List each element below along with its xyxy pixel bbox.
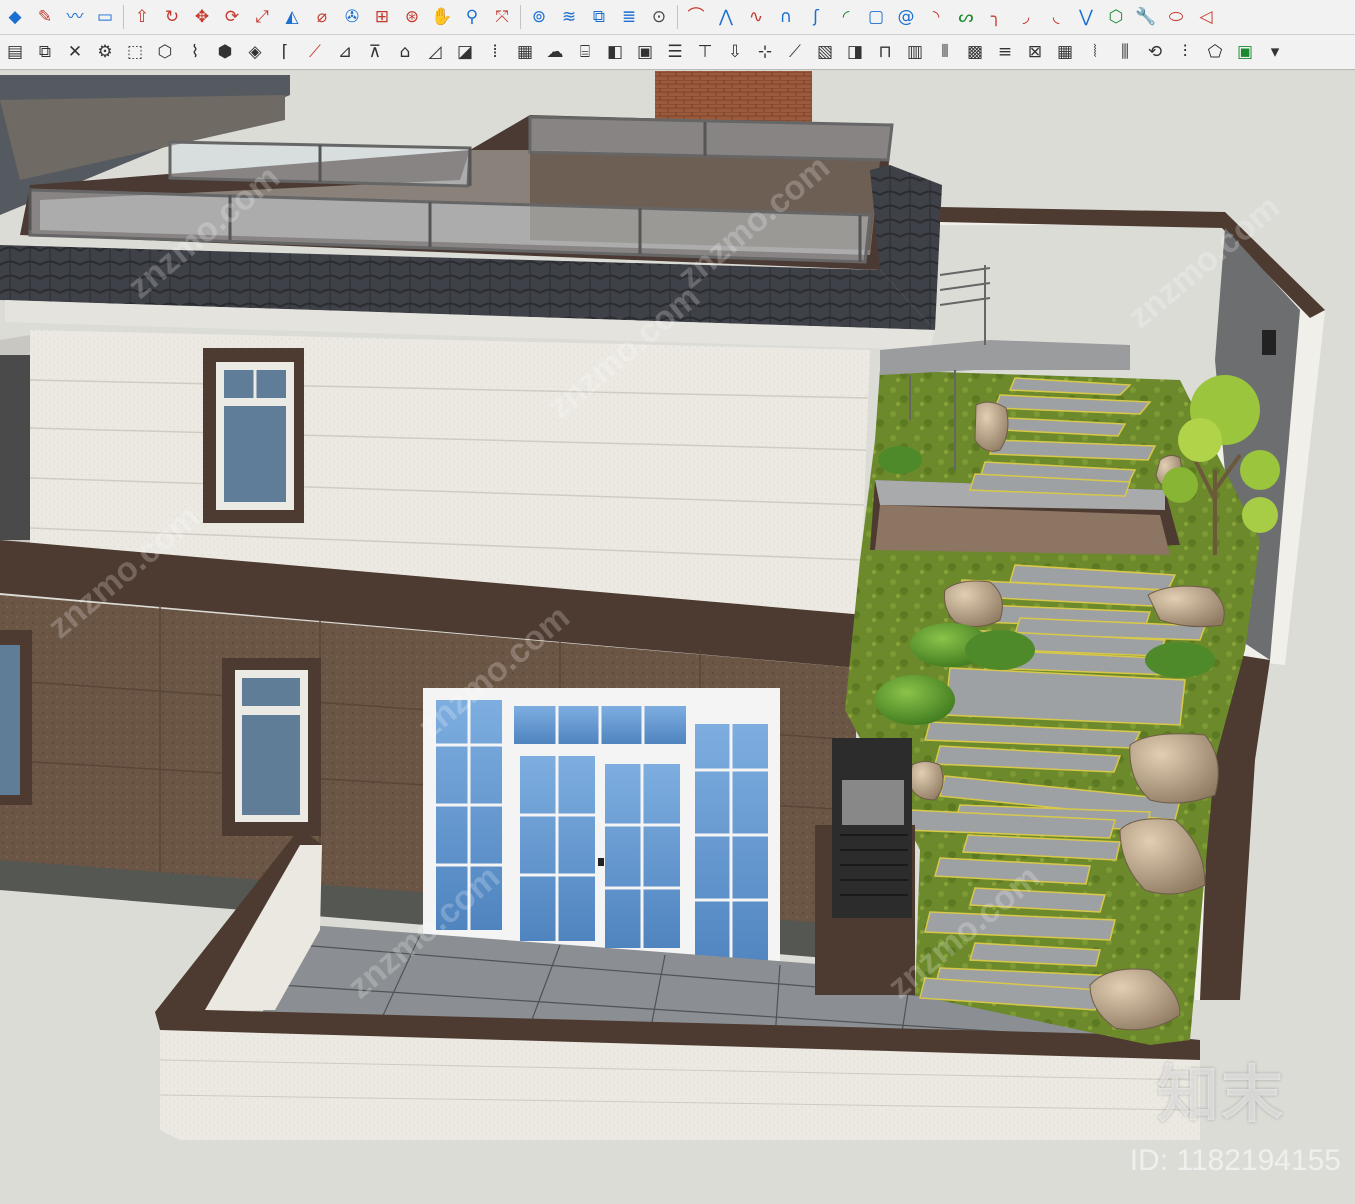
curve-icon[interactable]: ∩ xyxy=(771,2,801,32)
rectangle-icon[interactable]: ▭ xyxy=(90,2,120,32)
extrude-icon[interactable]: ⬚ xyxy=(120,37,150,67)
ramp-icon[interactable]: ◿ xyxy=(420,37,450,67)
warehouse-icon[interactable]: ⊚ xyxy=(524,2,554,32)
offset-icon[interactable]: ◭ xyxy=(277,2,307,32)
tangent-arc-icon[interactable]: ◟ xyxy=(1041,2,1071,32)
pan-icon[interactable]: ✋ xyxy=(427,2,457,32)
toolbar-separator xyxy=(520,5,521,29)
slice-icon[interactable]: ⊿ xyxy=(330,37,360,67)
trim-icon[interactable]: ⟋ xyxy=(300,37,330,67)
freehand-icon[interactable]: 〰 xyxy=(60,2,90,32)
grid-array-icon[interactable]: ▦ xyxy=(510,37,540,67)
components-icon[interactable]: ≣ xyxy=(614,2,644,32)
section-plane-icon[interactable]: ⊞ xyxy=(367,2,397,32)
louver-icon[interactable]: ⫼ xyxy=(1110,37,1140,67)
fillet-icon[interactable]: ╮ xyxy=(981,2,1011,32)
arc-3pt-icon[interactable]: ◝ xyxy=(921,2,951,32)
extension-icon[interactable]: ⧉ xyxy=(584,2,614,32)
rounded-rect-icon[interactable]: ▢ xyxy=(861,2,891,32)
intersect-icon[interactable]: ✕ xyxy=(60,37,90,67)
cube-icon[interactable]: ⬠ xyxy=(1200,37,1230,67)
wrench-icon[interactable]: 🔧 xyxy=(1131,2,1161,32)
zoom-extents-icon[interactable]: ⤧ xyxy=(487,2,517,32)
sketchup-scene[interactable]: znzmo.com znzmo.com znzmo.com znzmo.com … xyxy=(0,71,1355,1204)
cloud-icon[interactable]: ☁ xyxy=(540,37,570,67)
tiles-icon[interactable]: ▦ xyxy=(1050,37,1080,67)
stripes-icon[interactable]: ≡ xyxy=(990,37,1020,67)
toolbar-separator xyxy=(123,5,124,29)
layers-icon[interactable]: ≋ xyxy=(554,2,584,32)
3d-text-icon[interactable]: ▤ xyxy=(0,37,30,67)
ground-window xyxy=(222,658,321,836)
toolbar-separator xyxy=(677,5,678,29)
move-icon[interactable]: ✥ xyxy=(187,2,217,32)
spline-icon[interactable]: ʃ xyxy=(801,2,831,32)
spiral-icon[interactable]: @ xyxy=(891,2,921,32)
gear-icon[interactable]: ⚙ xyxy=(90,37,120,67)
sheet-icon[interactable]: ◧ xyxy=(600,37,630,67)
dropdown-arrow-icon[interactable]: ▾ xyxy=(1260,37,1290,67)
eraser-icon[interactable]: ◆ xyxy=(0,2,30,32)
paint-bucket-icon[interactable]: ✇ xyxy=(337,2,367,32)
slats-icon[interactable]: ⦀ xyxy=(930,37,960,67)
user-account-icon[interactable]: ⊙ xyxy=(644,2,674,32)
planks-icon[interactable]: ⦚ xyxy=(1080,37,1110,67)
follow-me-icon[interactable]: ↻ xyxy=(157,2,187,32)
push-pull-icon[interactable]: ⇧ xyxy=(127,2,157,32)
loft-icon[interactable]: ⊼ xyxy=(360,37,390,67)
model-viewport[interactable]: znzmo.com znzmo.com znzmo.com znzmo.com … xyxy=(0,71,1355,1204)
bevel-icon[interactable]: ◈ xyxy=(240,37,270,67)
stairs-icon[interactable]: ⌸ xyxy=(570,37,600,67)
stack-layers-icon[interactable]: ⧉ xyxy=(30,37,60,67)
arc-icon[interactable]: ⌒ xyxy=(681,2,711,32)
box-icon[interactable]: ⬢ xyxy=(210,37,240,67)
lattice-icon[interactable]: ⊠ xyxy=(1020,37,1050,67)
polyline-icon[interactable]: ⋀ xyxy=(711,2,741,32)
shelf-icon[interactable]: ☰ xyxy=(660,37,690,67)
arrow-down-icon[interactable]: ⇩ xyxy=(720,37,750,67)
door-icon[interactable]: ⊓ xyxy=(870,37,900,67)
glass-door xyxy=(423,688,780,980)
scale-icon[interactable]: ⤢ xyxy=(247,2,277,32)
panel-icon[interactable]: ◨ xyxy=(840,37,870,67)
bezier-icon[interactable]: ∿ xyxy=(741,2,771,32)
upper-window xyxy=(203,348,304,523)
wave-icon[interactable]: ⋁ xyxy=(1071,2,1101,32)
green-box-icon[interactable]: ▣ xyxy=(1230,37,1260,67)
diagonal-icon[interactable]: ⟋ xyxy=(780,37,810,67)
zoom-icon[interactable]: ⚲ xyxy=(457,2,487,32)
ellipse-icon[interactable]: ⬭ xyxy=(1161,2,1191,32)
wall-icon[interactable]: ▥ xyxy=(900,37,930,67)
arc-2pt-icon[interactable]: ◜ xyxy=(831,2,861,32)
comb-icon[interactable]: ⫶ xyxy=(1170,37,1200,67)
triangle-icon[interactable]: ◁ xyxy=(1191,2,1221,32)
pencil-line-icon[interactable]: ✎ xyxy=(30,2,60,32)
roof-icon[interactable]: ⌂ xyxy=(390,37,420,67)
polygon-icon[interactable]: ⬡ xyxy=(1101,2,1131,32)
toolbar-drawing: ◆ ✎ 〰 ▭ ⇧ ↻ ✥ ⟳ ⤢ ◭ ⌀ ✇ ⊞ ⊛ ✋ ⚲ ⤧ ⊚ ≋ ⧉ ≣ ⊙ ⌒ ⋀ ∿ ∩ ʃ ◜ ▢ @ ◝ ᔕ ╮ ◞ ◟ ⋁ ⬡ 🔧 ⬭ ◁ xyxy=(0,0,1355,35)
surface-icon[interactable]: ⬡ xyxy=(150,37,180,67)
array-icon[interactable]: ⦙ xyxy=(480,37,510,67)
fill-icon[interactable]: ◪ xyxy=(450,37,480,67)
hatch-icon[interactable]: ▧ xyxy=(810,37,840,67)
zigzag-icon[interactable]: ᔕ xyxy=(951,2,981,32)
chamfer-icon[interactable]: ◞ xyxy=(1011,2,1041,32)
corner-icon[interactable]: ⌈ xyxy=(270,37,300,67)
axis-icon[interactable]: ⊹ xyxy=(750,37,780,67)
column-icon[interactable]: ⊤ xyxy=(690,37,720,67)
rotate-surface-icon[interactable]: ⟲ xyxy=(1140,37,1170,67)
pipe-icon[interactable]: ⌇ xyxy=(180,37,210,67)
orbit-icon[interactable]: ⊛ xyxy=(397,2,427,32)
tape-measure-icon[interactable]: ⌀ xyxy=(307,2,337,32)
frame-icon[interactable]: ▣ xyxy=(630,37,660,67)
toolbar-extensions: ▤ ⧉ ✕ ⚙ ⬚ ⬡ ⌇ ⬢ ◈ ⌈ ⟋ ⊿ ⊼ ⌂ ◿ ◪ ⦙ ▦ ☁ ⌸ ◧ ▣ ☰ ⊤ ⇩ ⊹ ⟋ ▧ ◨ ⊓ ▥ ⦀ ▩ ≡ ⊠ ▦ ⦚ ⫼ ⟲ ⫶… xyxy=(0,35,1355,70)
rotate-icon[interactable]: ⟳ xyxy=(217,2,247,32)
texture-icon[interactable]: ▩ xyxy=(960,37,990,67)
